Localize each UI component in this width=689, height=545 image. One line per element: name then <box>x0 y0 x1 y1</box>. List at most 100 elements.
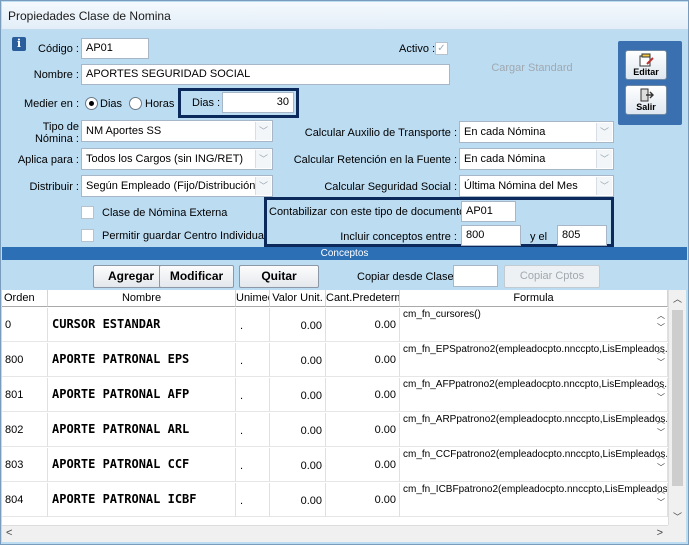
permitir-cc-label: Permitir guardar Centro Individual <box>102 230 267 242</box>
conceptos-grid: Orden Nombre Unimed Valor Unit. Cant.Pre… <box>2 290 668 525</box>
tipo-combo-value: NM Aportes SS <box>86 125 162 137</box>
table-row[interactable]: 800 APORTE PATRONAL EPS . 0.00 0.00 cm_f… <box>2 343 668 377</box>
contabilizar-field[interactable]: AP01 <box>461 201 516 222</box>
cell-cant: 0.00 <box>326 483 400 517</box>
cell-nombre: APORTE PATRONAL EPS <box>48 343 236 377</box>
chevron-down-icon: ﹀ <box>596 123 612 141</box>
cell-formula-text: cm_fn_EPSpatrono2(empleadocpto.nnccpto,L… <box>403 344 668 355</box>
calc-ss-label: Calcular Seguridad Social : <box>324 181 457 193</box>
cell-nombre: APORTE PATRONAL CCF <box>48 448 236 482</box>
cell-spin-icon[interactable]: ︿ ﹀ <box>657 415 665 439</box>
radio-horas[interactable] <box>129 97 142 110</box>
clase-externa-checkbox[interactable] <box>81 206 94 219</box>
cell-spin-icon[interactable]: ︿ ﹀ <box>657 345 665 369</box>
calc-aux-label: Calcular Auxilio de Transporte : <box>304 127 457 139</box>
cell-formula-text: cm_fn_AFPpatrono2(empleadocpto.nnccpto,L… <box>403 379 668 390</box>
properties-window: Propiedades Clase de Nomina i Código : A… <box>0 0 689 545</box>
activo-checkbox[interactable]: ✓ <box>435 42 448 55</box>
cell-formula[interactable]: cm_fn_ARPpatrono2(empleadocpto.nnccpto,L… <box>400 413 668 447</box>
calc-ret-combo[interactable]: En cada Nómina ﹀ <box>459 148 614 170</box>
cell-valor: 0.00 <box>270 308 326 342</box>
permitir-cc-checkbox[interactable] <box>81 229 94 242</box>
cell-nombre: APORTE PATRONAL ICBF <box>48 483 236 517</box>
contabilizar-label: Contabilizar con este tipo de documento … <box>269 206 472 218</box>
calc-ret-combo-value: En cada Nómina <box>464 153 546 165</box>
cell-spin-icon[interactable]: ︿ ﹀ <box>657 380 665 404</box>
cell-spin-icon[interactable]: ︿ ﹀ <box>657 485 665 509</box>
scroll-left-icon[interactable]: < <box>6 527 12 539</box>
col-header-formula[interactable]: Formula <box>400 290 668 307</box>
salir-button[interactable]: Salir <box>625 85 667 115</box>
cell-formula-text: cm_fn_ICBFpatrono2(empleadocpto.nnccpto,… <box>403 484 668 495</box>
cell-orden: 0 <box>2 308 48 342</box>
distribuir-label: Distribuir : <box>29 181 79 193</box>
cell-formula[interactable]: cm_fn_cursores() ︿ ﹀ <box>400 308 668 342</box>
col-header-nombre[interactable]: Nombre <box>48 290 236 307</box>
cell-formula[interactable]: cm_fn_ICBFpatrono2(empleadocpto.nnccpto,… <box>400 483 668 517</box>
cell-unimed: . <box>236 343 270 377</box>
nombre-field[interactable]: APORTES SEGURIDAD SOCIAL <box>81 64 450 85</box>
cell-cant: 0.00 <box>326 308 400 342</box>
col-header-cant[interactable]: Cant.Predetermi <box>326 290 400 307</box>
edit-form-icon <box>639 53 654 67</box>
tipo-combo[interactable]: NM Aportes SS ﹀ <box>81 120 273 142</box>
scroll-thumb[interactable] <box>672 310 683 486</box>
cell-spin-icon[interactable]: ︿ ﹀ <box>657 450 665 474</box>
title-bar: Propiedades Clase de Nomina <box>2 2 688 30</box>
table-row[interactable]: 802 APORTE PATRONAL ARL . 0.00 0.00 cm_f… <box>2 413 668 447</box>
quitar-button[interactable]: Quitar <box>239 265 319 288</box>
copiar-cptos-button[interactable]: Copiar Cptos <box>504 265 600 288</box>
radio-dias[interactable] <box>85 97 98 110</box>
calc-aux-combo[interactable]: En cada Nómina ﹀ <box>459 121 614 143</box>
scroll-down-icon[interactable]: ﹀ <box>669 510 686 523</box>
scroll-right-icon[interactable]: > <box>657 527 663 539</box>
calc-ss-combo[interactable]: Última Nómina del Mes ﹀ <box>459 175 614 197</box>
modificar-button[interactable]: Modificar <box>159 265 234 288</box>
incluir-and-label: y el <box>530 231 548 243</box>
copiar-label: Copiar desde Clase : <box>357 271 460 283</box>
conceptos-section-bar: Conceptos <box>2 247 687 260</box>
cell-formula[interactable]: cm_fn_AFPpatrono2(empleadocpto.nnccpto,L… <box>400 378 668 412</box>
cell-spin-icon[interactable]: ︿ ﹀ <box>657 310 665 334</box>
calc-ss-combo-value: Última Nómina del Mes <box>464 180 578 192</box>
chevron-down-icon: ﹀ <box>255 150 271 168</box>
window-title: Propiedades Clase de Nomina <box>8 9 171 23</box>
incluir-to-field[interactable]: 805 <box>557 225 607 246</box>
chevron-down-icon: ﹀ <box>596 150 612 168</box>
cell-orden: 801 <box>2 378 48 412</box>
radio-horas-label: Horas <box>145 98 175 110</box>
codigo-field[interactable]: AP01 <box>81 38 149 59</box>
activo-label: Activo : <box>399 43 436 55</box>
cell-formula[interactable]: cm_fn_EPSpatrono2(empleadocpto.nnccpto,L… <box>400 343 668 377</box>
dias-field[interactable]: 30 <box>222 92 294 113</box>
tipo-label: Tipo de Nómina : <box>34 121 79 145</box>
editar-button-label: Editar <box>633 67 659 77</box>
cell-cant: 0.00 <box>326 413 400 447</box>
cell-nombre: APORTE PATRONAL ARL <box>48 413 236 447</box>
cargar-standard-button[interactable]: Cargar Standard <box>457 57 607 80</box>
vertical-scrollbar[interactable]: ︿ ﹀ <box>668 290 686 525</box>
scroll-up-icon[interactable]: ︿ <box>669 292 686 305</box>
table-row[interactable]: 803 APORTE PATRONAL CCF . 0.00 0.00 cm_f… <box>2 448 668 482</box>
editar-button[interactable]: Editar <box>625 50 667 80</box>
horizontal-scrollbar[interactable]: < > <box>2 525 668 542</box>
cell-cant: 0.00 <box>326 343 400 377</box>
scroll-corner <box>668 525 686 542</box>
table-row[interactable]: 801 APORTE PATRONAL AFP . 0.00 0.00 cm_f… <box>2 378 668 412</box>
table-row[interactable]: 804 APORTE PATRONAL ICBF . 0.00 0.00 cm_… <box>2 483 668 517</box>
copiar-field[interactable] <box>453 265 498 287</box>
medir-label: Medier en : <box>23 98 79 110</box>
incluir-label: Incluir conceptos entre : <box>340 231 457 243</box>
col-header-unimed[interactable]: Unimed <box>236 290 270 307</box>
table-row[interactable]: 0 CURSOR ESTANDAR . 0.00 0.00 cm_fn_curs… <box>2 308 668 342</box>
cell-orden: 803 <box>2 448 48 482</box>
aplica-combo[interactable]: Todos los Cargos (sin ING/RET) ﹀ <box>81 148 273 170</box>
incluir-from-field[interactable]: 800 <box>461 225 521 246</box>
col-header-valor[interactable]: Valor Unit. <box>270 290 326 307</box>
cell-formula[interactable]: cm_fn_CCFpatrono2(empleadocpto.nnccpto,L… <box>400 448 668 482</box>
agregar-button[interactable]: Agregar <box>93 265 169 288</box>
cell-unimed: . <box>236 378 270 412</box>
col-header-orden[interactable]: Orden <box>2 290 48 307</box>
calc-ret-label: Calcular Retención en la Fuente : <box>293 154 457 166</box>
distribuir-combo[interactable]: Según Empleado (Fijo/Distribución) ﹀ <box>81 175 273 197</box>
